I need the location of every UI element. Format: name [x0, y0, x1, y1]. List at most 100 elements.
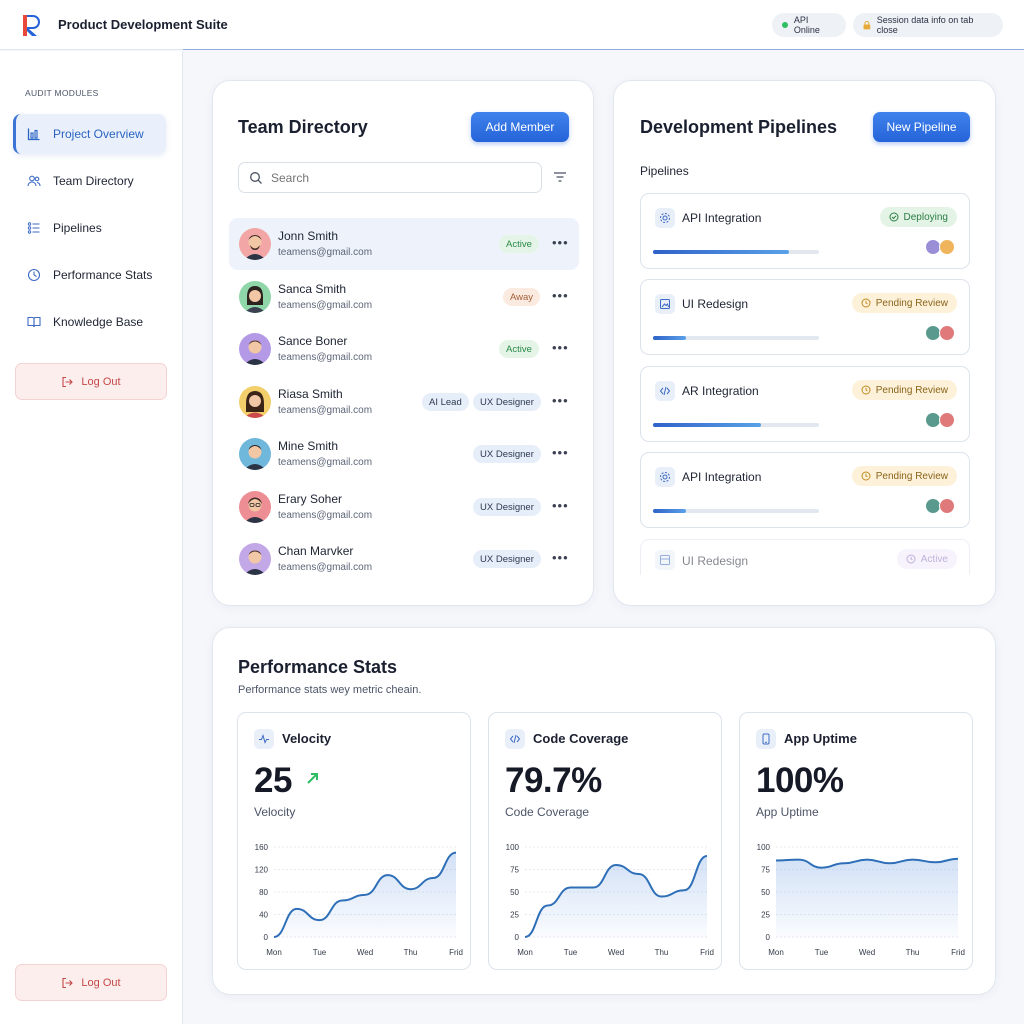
- pipeline-item[interactable]: API Integration Pending Review: [640, 452, 970, 528]
- pipeline-status-badge: Pending Review: [851, 380, 957, 400]
- pipeline-status-badge: Pending Review: [851, 466, 957, 486]
- stat-icon: [505, 729, 525, 749]
- x-tick-label: Mon: [517, 948, 533, 957]
- logout-icon: [62, 376, 74, 387]
- progress-fill: [653, 250, 790, 254]
- member-row[interactable]: Erary Soher teamens@gmail.com UX Designe…: [229, 481, 579, 533]
- pipeline-status-badge: Deploying: [879, 207, 957, 227]
- member-name: Mine Smith: [278, 439, 339, 453]
- trend-up-icon: [307, 773, 319, 784]
- pipeline-name: AR Integration: [682, 384, 759, 398]
- phone-icon: [762, 733, 770, 745]
- sidebar-item-performance-stats[interactable]: Performance Stats: [13, 255, 166, 295]
- pipeline-progress-bar: [653, 250, 819, 254]
- more-options-icon[interactable]: •••: [552, 498, 569, 513]
- code-coverage-stat-card: Code Coverage 79.7% Code Coverage 0 25 50 7…: [488, 712, 722, 970]
- member-row[interactable]: Mine Smith teamens@gmail.com UX Designer…: [229, 428, 579, 480]
- role-badge: AI Lead: [422, 393, 469, 411]
- search-icon: [250, 171, 262, 184]
- clock-icon: [861, 385, 871, 395]
- member-row[interactable]: Jonn Smith teamens@gmail.com Active •••: [229, 218, 579, 270]
- avatar: [939, 412, 955, 428]
- velocity-stat-card: Velocity 25 Velocity 0 40 80 120 160 Mon Tue We…: [237, 712, 471, 970]
- more-options-icon[interactable]: •••: [552, 445, 569, 460]
- logout-label: Log Out: [81, 375, 121, 388]
- pipeline-status-badge: Pending Review: [851, 293, 957, 313]
- x-tick-label: Wed: [357, 948, 373, 957]
- search-field[interactable]: [238, 162, 542, 193]
- more-options-icon[interactable]: •••: [552, 288, 569, 303]
- app-uptime-chart: 0 25 50 75 100 Mon Tue Wed Thu Frid: [757, 843, 965, 957]
- lock-icon: [863, 20, 871, 29]
- sidebar-item-knowledge-base[interactable]: Knowledge Base: [13, 302, 166, 342]
- member-row[interactable]: Chan Marvker teamens@gmail.com UX Design…: [229, 533, 579, 585]
- pipeline-item[interactable]: API Integration Deploying: [640, 193, 970, 269]
- x-tick-label: Tue: [815, 948, 829, 957]
- member-email: teamens@gmail.com: [278, 562, 373, 573]
- more-options-icon[interactable]: •••: [552, 235, 569, 250]
- avatar: [939, 325, 955, 341]
- book-icon: [27, 316, 41, 328]
- clock-icon: [906, 554, 916, 564]
- pipeline-status-badge: Active: [896, 549, 957, 569]
- pipeline-progress-bar: [653, 509, 819, 513]
- y-tick-label: 160: [255, 843, 269, 852]
- stat-value: 100%: [756, 761, 844, 800]
- member-name: Chan Marvker: [278, 544, 354, 558]
- pipeline-icon: [655, 208, 675, 228]
- more-options-icon[interactable]: •••: [552, 340, 569, 355]
- status-badge: Active: [499, 235, 539, 253]
- member-row[interactable]: Riasa Smith teamens@gmail.com AI Lead UX…: [229, 376, 579, 428]
- role-badge: UX Designer: [473, 550, 541, 568]
- y-tick-label: 25: [761, 911, 770, 920]
- avatar: [239, 333, 271, 365]
- y-tick-label: 75: [761, 866, 770, 875]
- pipeline-progress-bar: [653, 336, 819, 340]
- y-tick-label: 40: [259, 911, 268, 920]
- y-tick-label: 50: [761, 888, 770, 897]
- avatar: [239, 386, 271, 418]
- avatar: [239, 281, 271, 313]
- sidebar-item-team-directory[interactable]: Team Directory: [13, 161, 166, 201]
- new-pipeline-button[interactable]: New Pipeline: [873, 112, 970, 142]
- team-directory-card: Team Directory Add Member Jonn Smith tea…: [212, 80, 594, 606]
- person-avatar-icon: [244, 445, 266, 470]
- sidebar-item-label: Team Directory: [53, 174, 134, 188]
- performance-title: Performance Stats: [238, 657, 398, 677]
- stat-value-text: 25: [254, 761, 292, 800]
- more-options-icon[interactable]: •••: [552, 393, 569, 408]
- y-tick-label: 75: [510, 866, 519, 875]
- pipeline-name: UI Redesign: [682, 297, 749, 311]
- app-title: Product Development Suite: [58, 17, 228, 32]
- pipeline-status-text: Pending Review: [875, 470, 948, 482]
- x-tick-label: Mon: [768, 948, 784, 957]
- pipeline-item[interactable]: AR Integration Pending Review: [640, 366, 970, 442]
- add-member-button[interactable]: Add Member: [471, 112, 569, 142]
- sidebar-item-label: Performance Stats: [53, 268, 153, 282]
- pipeline-item[interactable]: UI Redesign Pending Review: [640, 279, 970, 355]
- stat-title: Code Coverage: [533, 731, 629, 746]
- logout-icon: [62, 977, 74, 988]
- pipeline-item[interactable]: UI Redesign Active: [640, 539, 970, 575]
- stat-value: 79.7%: [505, 761, 602, 800]
- pipeline-progress-bar: [653, 423, 819, 427]
- sidebar-item-project-overview[interactable]: Project Overview: [13, 114, 166, 154]
- sidebar-item-pipelines[interactable]: Pipelines: [13, 208, 166, 248]
- y-tick-label: 120: [255, 866, 269, 875]
- more-options-icon[interactable]: •••: [552, 550, 569, 565]
- logout-button[interactable]: Log Out: [15, 363, 167, 400]
- member-email: teamens@gmail.com: [278, 352, 373, 363]
- logout-button-bottom[interactable]: Log Out: [15, 964, 167, 1001]
- person-avatar-icon: [244, 235, 266, 260]
- search-input[interactable]: [271, 170, 511, 185]
- api-status-badge: API Online: [772, 13, 846, 37]
- member-row[interactable]: Sance Boner teamens@gmail.com Active •••: [229, 323, 579, 375]
- member-row[interactable]: Sanca Smith teamens@gmail.com Away •••: [229, 271, 579, 323]
- x-tick-label: Thu: [655, 948, 669, 957]
- image-icon: [660, 299, 670, 309]
- person-avatar-icon: [244, 391, 266, 418]
- gauge-icon: [27, 268, 41, 282]
- pipeline-icon: [655, 381, 675, 401]
- pipelines-subheading: Pipelines: [640, 164, 689, 178]
- filter-icon[interactable]: [553, 171, 567, 183]
